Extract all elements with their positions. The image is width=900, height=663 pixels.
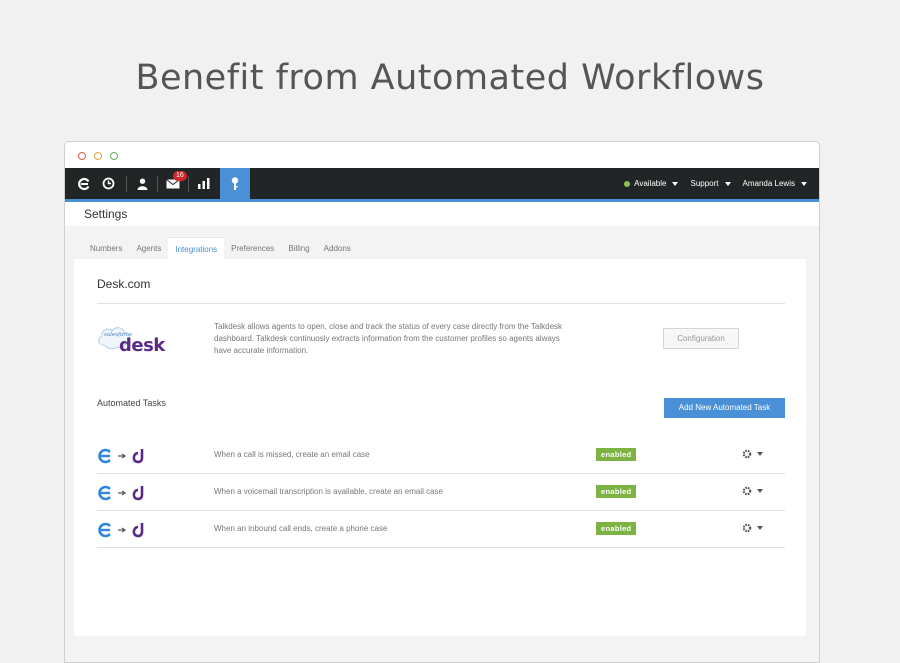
task-description: When a voicemail transcription is availa… — [214, 487, 443, 496]
integration-title: Desk.com — [97, 277, 151, 291]
task-flow-icons — [97, 484, 157, 502]
contacts-person-icon[interactable] — [127, 168, 157, 199]
automated-tasks-heading: Automated Tasks — [97, 398, 166, 408]
tab-preferences[interactable]: Preferences — [224, 237, 281, 259]
availability-dropdown[interactable]: Available — [624, 179, 679, 188]
configuration-button[interactable]: Configuration — [663, 328, 739, 349]
integration-description: Talkdesk allows agents to open, close an… — [214, 322, 563, 355]
nav-right-menu: Available Support Amanda Lewis — [624, 168, 807, 199]
window-titlebar — [65, 142, 819, 168]
app-window: 16 Available Support Amanda Lewis Settin… — [64, 141, 820, 663]
settings-key-icon[interactable] — [220, 168, 250, 199]
task-flow-icons — [97, 447, 157, 465]
desk-logo-text: desk — [119, 335, 166, 355]
chevron-down-icon — [757, 526, 763, 530]
support-dropdown[interactable]: Support — [690, 179, 731, 188]
divider — [97, 547, 785, 548]
task-row: When a call is missed, create an email c… — [97, 437, 785, 474]
task-description: When a call is missed, create an email c… — [214, 450, 370, 459]
gear-icon — [742, 449, 752, 459]
chevron-down-icon — [672, 181, 679, 186]
history-clock-icon[interactable] — [93, 168, 123, 199]
page-title: Settings — [65, 202, 819, 226]
tab-integrations[interactable]: Integrations — [168, 237, 225, 260]
talkdesk-to-desk-icon — [98, 522, 144, 538]
chevron-down-icon — [757, 452, 763, 456]
divider — [97, 303, 785, 304]
user-dropdown[interactable]: Amanda Lewis — [743, 179, 807, 188]
chevron-down-icon — [757, 489, 763, 493]
minimize-window-icon[interactable] — [94, 152, 102, 160]
task-row: When an inbound call ends, create a phon… — [97, 511, 785, 548]
tab-numbers[interactable]: Numbers — [83, 237, 129, 259]
gear-icon — [742, 523, 752, 533]
inbox-mail-icon[interactable]: 16 — [158, 168, 188, 199]
talkdesk-to-desk-icon — [98, 485, 144, 501]
chevron-down-icon — [801, 181, 807, 186]
reports-chart-icon[interactable] — [189, 168, 219, 199]
add-automated-task-button[interactable]: Add New Automated Task — [664, 398, 785, 418]
hero-title: Benefit from Automated Workflows — [135, 58, 765, 98]
task-settings-dropdown[interactable] — [742, 520, 768, 536]
status-badge: enabled — [596, 448, 637, 461]
status-badge: enabled — [596, 522, 637, 535]
task-description: When an inbound call ends, create a phon… — [214, 524, 388, 533]
integration-panel: Desk.com salesforce desk Talkdesk allows… — [74, 259, 806, 636]
settings-tabs: Numbers Agents Integrations Preferences … — [83, 237, 358, 260]
tab-agents[interactable]: Agents — [129, 237, 168, 259]
talkdesk-to-desk-icon — [98, 448, 144, 464]
task-flow-icons — [97, 521, 157, 539]
top-navbar: 16 Available Support Amanda Lewis — [65, 168, 819, 202]
task-row: When a voicemail transcription is availa… — [97, 474, 785, 511]
tab-addons[interactable]: Addons — [317, 237, 358, 259]
inbox-badge: 16 — [173, 171, 187, 181]
task-settings-dropdown[interactable] — [742, 446, 768, 462]
gear-icon — [742, 486, 752, 496]
status-badge: enabled — [596, 485, 637, 498]
support-label: Support — [690, 179, 719, 188]
tab-billing[interactable]: Billing — [281, 237, 316, 259]
user-name-label: Amanda Lewis — [742, 179, 795, 188]
status-dot-icon — [624, 180, 631, 187]
chevron-down-icon — [724, 181, 731, 186]
close-window-icon[interactable] — [78, 152, 86, 160]
desk-logo: salesforce desk — [97, 321, 167, 356]
maximize-window-icon[interactable] — [110, 152, 118, 160]
availability-label: Available — [634, 179, 667, 188]
task-settings-dropdown[interactable] — [742, 483, 768, 499]
